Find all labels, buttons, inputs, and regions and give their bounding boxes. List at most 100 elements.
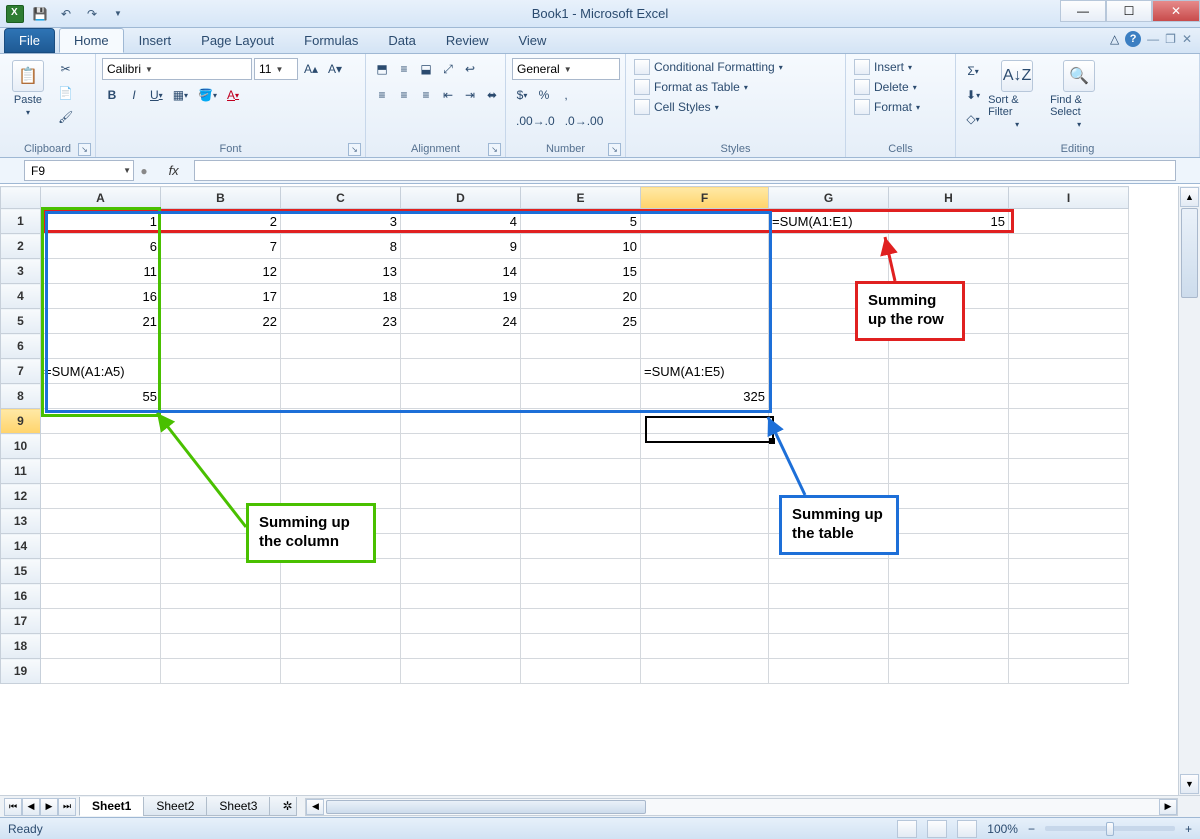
view-page-layout-icon[interactable] [927, 820, 947, 838]
cell-F3[interactable] [641, 259, 769, 284]
row-header-17[interactable]: 17 [1, 609, 41, 634]
bold-button[interactable]: B [102, 84, 122, 106]
tab-page-layout[interactable]: Page Layout [186, 28, 289, 53]
grid[interactable]: ABCDEFGHI112345=SUM(A1:E1)15267891031112… [0, 186, 1178, 795]
cell-F2[interactable] [641, 234, 769, 259]
cell-E19[interactable] [521, 659, 641, 684]
cell-I19[interactable] [1009, 659, 1129, 684]
cell-E13[interactable] [521, 509, 641, 534]
scroll-right-icon[interactable]: ▶ [1159, 799, 1177, 815]
cell-F7[interactable]: =SUM(A1:E5) [641, 359, 769, 384]
increase-indent-icon[interactable]: ⇥ [460, 84, 480, 106]
cell-D11[interactable] [401, 459, 521, 484]
cell-I7[interactable] [1009, 359, 1129, 384]
cell-D8[interactable] [401, 384, 521, 409]
cell-I10[interactable] [1009, 434, 1129, 459]
zoom-in-button[interactable]: + [1185, 822, 1192, 836]
cell-E7[interactable] [521, 359, 641, 384]
cell-E12[interactable] [521, 484, 641, 509]
cell-B17[interactable] [161, 609, 281, 634]
cell-C4[interactable]: 18 [281, 284, 401, 309]
row-header-3[interactable]: 3 [1, 259, 41, 284]
cell-B9[interactable] [161, 409, 281, 434]
row-header-16[interactable]: 16 [1, 584, 41, 609]
find-select-button[interactable]: 🔍 Find & Select▾ [1050, 58, 1108, 129]
cell-B4[interactable]: 17 [161, 284, 281, 309]
cell-H7[interactable] [889, 359, 1009, 384]
row-header-6[interactable]: 6 [1, 334, 41, 359]
tab-data[interactable]: Data [373, 28, 430, 53]
cell-E2[interactable]: 10 [521, 234, 641, 259]
row-header-10[interactable]: 10 [1, 434, 41, 459]
cell-I6[interactable] [1009, 334, 1129, 359]
increase-font-icon[interactable]: A▴ [300, 58, 322, 80]
cell-D4[interactable]: 19 [401, 284, 521, 309]
cell-E4[interactable]: 20 [521, 284, 641, 309]
cell-C7[interactable] [281, 359, 401, 384]
col-header-E[interactable]: E [521, 187, 641, 209]
cell-H18[interactable] [889, 634, 1009, 659]
cell-E18[interactable] [521, 634, 641, 659]
clear-button[interactable]: ◇ ▾ [962, 108, 984, 130]
format-as-table-button[interactable]: Format as Table ▾ [632, 78, 750, 96]
cell-E16[interactable] [521, 584, 641, 609]
cell-G3[interactable] [769, 259, 889, 284]
cell-E5[interactable]: 25 [521, 309, 641, 334]
cell-D10[interactable] [401, 434, 521, 459]
vertical-scrollbar[interactable]: ▲ ▼ [1178, 186, 1200, 795]
cell-I5[interactable] [1009, 309, 1129, 334]
cell-B19[interactable] [161, 659, 281, 684]
cell-B5[interactable]: 22 [161, 309, 281, 334]
row-header-1[interactable]: 1 [1, 209, 41, 234]
cell-A18[interactable] [41, 634, 161, 659]
cell-A11[interactable] [41, 459, 161, 484]
font-size-combo[interactable]: 11▼ [254, 58, 298, 80]
row-header-15[interactable]: 15 [1, 559, 41, 584]
cell-G19[interactable] [769, 659, 889, 684]
cell-C6[interactable] [281, 334, 401, 359]
cell-E8[interactable] [521, 384, 641, 409]
underline-button[interactable]: U ▾ [146, 84, 167, 106]
cell-F11[interactable] [641, 459, 769, 484]
cell-A8[interactable]: 55 [41, 384, 161, 409]
cell-I2[interactable] [1009, 234, 1129, 259]
cell-I4[interactable] [1009, 284, 1129, 309]
cell-A13[interactable] [41, 509, 161, 534]
sheet-nav-last-icon[interactable]: ⏭ [58, 798, 76, 816]
cell-D18[interactable] [401, 634, 521, 659]
cell-B3[interactable]: 12 [161, 259, 281, 284]
maximize-button[interactable]: ☐ [1106, 0, 1152, 22]
fill-color-button[interactable]: 🪣 ▾ [194, 84, 221, 106]
align-right-icon[interactable]: ≡ [416, 84, 436, 106]
col-header-C[interactable]: C [281, 187, 401, 209]
row-header-9[interactable]: 9 [1, 409, 41, 434]
cell-E15[interactable] [521, 559, 641, 584]
fill-button[interactable]: ⬇ ▾ [962, 84, 984, 106]
cell-B11[interactable] [161, 459, 281, 484]
cell-E11[interactable] [521, 459, 641, 484]
tab-review[interactable]: Review [431, 28, 504, 53]
cell-I11[interactable] [1009, 459, 1129, 484]
cell-A2[interactable]: 6 [41, 234, 161, 259]
cell-A3[interactable]: 11 [41, 259, 161, 284]
sheet-nav-next-icon[interactable]: ▶ [40, 798, 58, 816]
cell-E6[interactable] [521, 334, 641, 359]
sheet-tab-sheet2[interactable]: Sheet2 [143, 797, 207, 816]
cell-B1[interactable]: 2 [161, 209, 281, 234]
cell-G9[interactable] [769, 409, 889, 434]
cell-F18[interactable] [641, 634, 769, 659]
cell-G15[interactable] [769, 559, 889, 584]
new-sheet-button[interactable]: ✲ [269, 797, 297, 816]
help-icon[interactable]: ? [1125, 31, 1141, 47]
cell-A9[interactable] [41, 409, 161, 434]
cell-E9[interactable] [521, 409, 641, 434]
format-cells-button[interactable]: Format ▾ [852, 98, 922, 116]
cell-H19[interactable] [889, 659, 1009, 684]
cell-F4[interactable] [641, 284, 769, 309]
cell-F5[interactable] [641, 309, 769, 334]
sheet-nav-prev-icon[interactable]: ◀ [22, 798, 40, 816]
cell-A4[interactable]: 16 [41, 284, 161, 309]
cell-B7[interactable] [161, 359, 281, 384]
row-header-14[interactable]: 14 [1, 534, 41, 559]
cell-D9[interactable] [401, 409, 521, 434]
